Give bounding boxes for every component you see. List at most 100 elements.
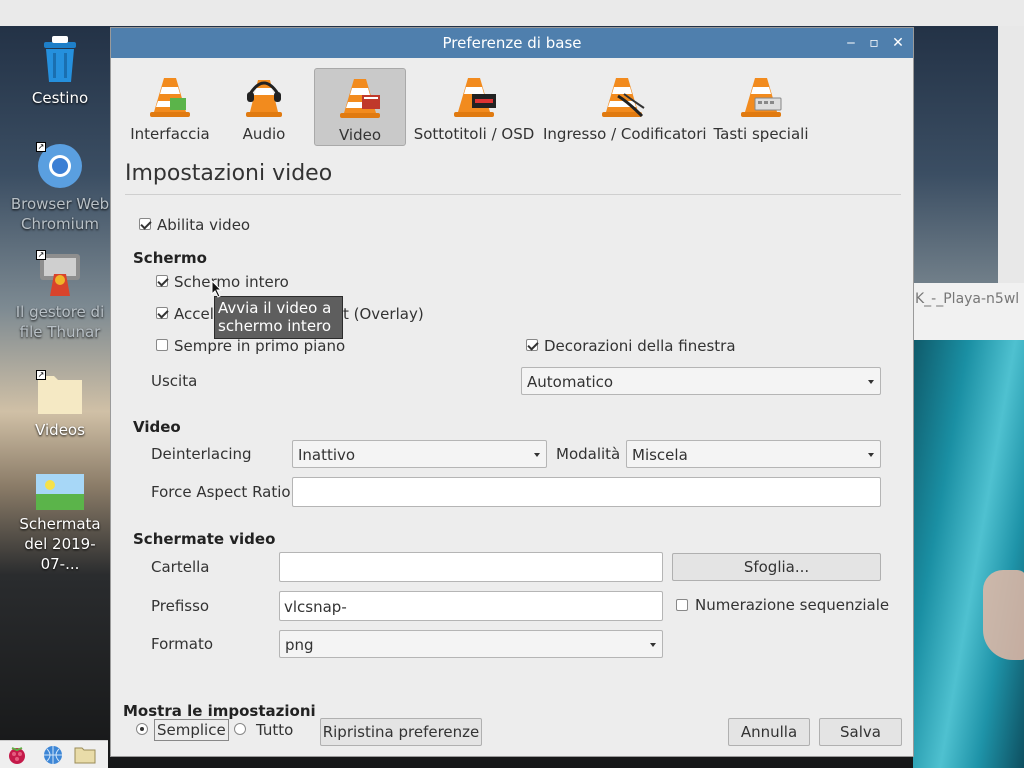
maximize-button[interactable]: ▫ bbox=[864, 33, 884, 53]
mouse-cursor-icon bbox=[211, 280, 223, 298]
category-label: Sottotitoli / OSD bbox=[413, 125, 535, 143]
category-label: Video bbox=[338, 126, 382, 144]
fullscreen-label: Schermo intero bbox=[174, 273, 289, 291]
desktop-icon-videos[interactable]: ↗ Videos bbox=[6, 370, 114, 440]
desktop-icon-label: Il gestore di file Thunar bbox=[15, 303, 105, 341]
close-button[interactable]: ✕ bbox=[888, 33, 908, 53]
fullscreen-tooltip: Avvia il video a schermo intero bbox=[214, 296, 343, 339]
desktop-icon-thunar[interactable]: ↗ Il gestore di file Thunar bbox=[6, 250, 114, 342]
shortcut-arrow-icon: ↗ bbox=[36, 250, 46, 260]
snapshots-group-header: Schermate video bbox=[133, 530, 276, 548]
mode-select[interactable]: Miscela bbox=[626, 440, 881, 468]
desktop-icon-label: Schermata del 2019-07-... bbox=[19, 515, 101, 573]
category-label: Audio bbox=[242, 125, 286, 143]
simple-radio-label: Semplice bbox=[154, 719, 229, 741]
trash-icon bbox=[44, 36, 76, 82]
desktop-icon-trash[interactable]: Cestino bbox=[6, 34, 114, 108]
category-hotkeys[interactable]: Tasti speciali bbox=[713, 68, 809, 146]
hand-shape bbox=[983, 570, 1024, 660]
raspberry-menu-icon[interactable] bbox=[6, 745, 28, 765]
format-label: Formato bbox=[151, 635, 214, 653]
folder-label: Cartella bbox=[151, 558, 210, 576]
save-button[interactable]: Salva bbox=[819, 718, 902, 746]
tooltip-line: schermo intero bbox=[218, 317, 332, 335]
accelerated-output-checkbox[interactable] bbox=[156, 307, 168, 319]
window-title: Preferenze di base bbox=[442, 34, 582, 52]
chevron-down-icon bbox=[534, 453, 540, 457]
simple-radio[interactable] bbox=[136, 723, 148, 735]
desktop-icon-screenshot[interactable]: Schermata del 2019-07-... bbox=[6, 474, 114, 574]
mode-select-value: Miscela bbox=[632, 446, 688, 464]
aspect-ratio-input[interactable] bbox=[292, 477, 881, 507]
prefix-input[interactable]: vlcsnap- bbox=[279, 591, 663, 621]
accelerated-output-label-start: Accel bbox=[174, 305, 214, 323]
sequential-numbering-label: Numerazione sequenziale bbox=[695, 596, 890, 614]
all-radio-label: Tutto bbox=[256, 721, 294, 739]
section-title: Impostazioni video bbox=[125, 161, 333, 186]
category-label: Interfaccia bbox=[130, 125, 210, 143]
desktop-icon-chromium[interactable]: ↗ Browser Web Chromium bbox=[6, 142, 114, 234]
window-decorations-checkbox[interactable] bbox=[526, 339, 538, 351]
reset-preferences-button[interactable]: Ripristina preferenze bbox=[320, 718, 482, 746]
desktop-icon-label: Videos bbox=[35, 421, 85, 439]
title-bar[interactable]: Preferenze di base ‒ ▫ ✕ bbox=[111, 28, 913, 58]
category-label: Ingresso / Codificatori bbox=[543, 125, 707, 143]
always-on-top-checkbox[interactable] bbox=[156, 339, 168, 351]
accelerated-output-label-end: t (Overlay) bbox=[343, 305, 424, 323]
format-select[interactable]: png bbox=[279, 630, 663, 658]
desktop-top-strip bbox=[0, 0, 1024, 26]
enable-video-checkbox[interactable] bbox=[139, 218, 151, 230]
output-label: Uscita bbox=[151, 372, 198, 390]
tooltip-line: Avvia il video a bbox=[218, 299, 332, 317]
prefix-label: Prefisso bbox=[151, 597, 210, 615]
vlc-cone-icon bbox=[150, 78, 190, 117]
category-subtitles[interactable]: Sottotitoli / OSD bbox=[413, 68, 535, 146]
shortcut-arrow-icon: ↗ bbox=[36, 142, 46, 152]
screen-group-header: Schermo bbox=[133, 249, 207, 267]
folder-input[interactable] bbox=[279, 552, 663, 582]
desktop-icon-label: Browser Web Chromium bbox=[10, 195, 110, 233]
folder-icon[interactable] bbox=[74, 745, 96, 765]
cancel-button[interactable]: Annulla bbox=[728, 718, 810, 746]
deinterlacing-select[interactable]: Inattivo bbox=[292, 440, 547, 468]
subtitles-cone-icon bbox=[454, 78, 496, 117]
taskbar bbox=[0, 740, 108, 768]
image-file-icon bbox=[36, 474, 84, 510]
format-select-value: png bbox=[285, 636, 314, 654]
all-radio[interactable] bbox=[234, 723, 246, 735]
always-on-top-label: Sempre in primo piano bbox=[174, 337, 346, 355]
deinterlacing-label: Deinterlacing bbox=[151, 445, 252, 463]
shortcut-arrow-icon: ↗ bbox=[36, 370, 46, 380]
browse-button[interactable]: Sfoglia... bbox=[672, 553, 881, 581]
deinterlacing-select-value: Inattivo bbox=[298, 446, 356, 464]
film-cone-icon bbox=[340, 79, 380, 118]
category-label: Tasti speciali bbox=[713, 125, 809, 143]
divider bbox=[125, 194, 901, 195]
video-group-header: Video bbox=[133, 418, 181, 436]
fullscreen-checkbox[interactable] bbox=[156, 275, 168, 287]
background-window-image bbox=[913, 340, 1024, 768]
sequential-numbering-checkbox[interactable] bbox=[676, 599, 688, 611]
category-input-codecs[interactable]: Ingresso / Codificatori bbox=[543, 68, 707, 146]
headphones-cone-icon bbox=[246, 80, 282, 117]
category-audio[interactable]: Audio bbox=[229, 68, 299, 146]
chevron-down-icon bbox=[868, 453, 874, 457]
category-video[interactable]: Video bbox=[314, 68, 406, 146]
keyboard-cone-icon bbox=[741, 78, 782, 117]
window-decorations-label: Decorazioni della finestra bbox=[544, 337, 736, 355]
minimize-button[interactable]: ‒ bbox=[841, 33, 861, 53]
globe-icon[interactable] bbox=[42, 745, 64, 765]
mode-label: Modalità bbox=[556, 445, 621, 463]
preferences-dialog: Preferenze di base ‒ ▫ ✕ Interfaccia Aud… bbox=[110, 27, 914, 757]
chevron-down-icon bbox=[650, 643, 656, 647]
enable-video-label: Abilita video bbox=[157, 216, 251, 234]
output-select[interactable]: Automatico bbox=[521, 367, 881, 395]
show-settings-header: Mostra le impostazioni bbox=[123, 702, 316, 720]
chevron-down-icon bbox=[868, 380, 874, 384]
output-select-value: Automatico bbox=[527, 373, 614, 391]
aspect-ratio-label: Force Aspect Ratio bbox=[151, 483, 291, 501]
background-window[interactable]: K_-_Playa-n5wl bbox=[913, 283, 1024, 768]
desktop-icon-label: Cestino bbox=[31, 89, 89, 107]
category-interface[interactable]: Interfaccia bbox=[125, 68, 215, 146]
cables-cone-icon bbox=[602, 78, 645, 118]
